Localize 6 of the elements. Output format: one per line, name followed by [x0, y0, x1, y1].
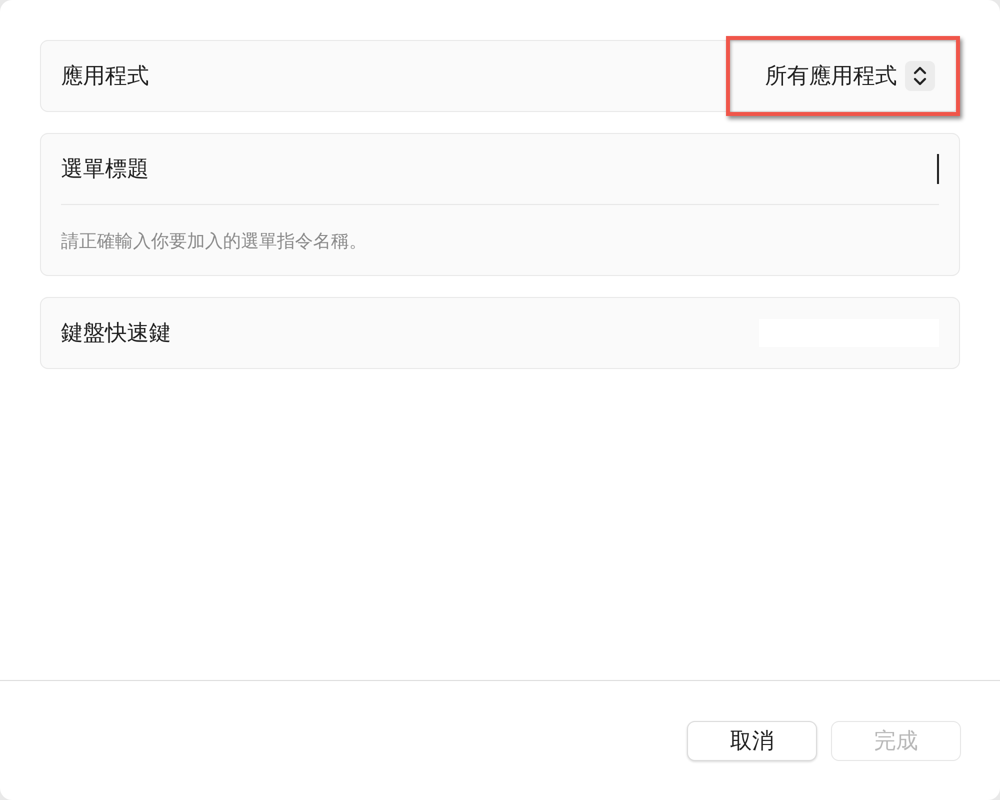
- cancel-button[interactable]: 取消: [687, 720, 817, 760]
- menu-title-label: 選單標題: [61, 156, 149, 184]
- application-label: 應用程式: [61, 63, 149, 91]
- shortcut-label: 鍵盤快速鍵: [61, 320, 171, 348]
- application-popup[interactable]: 所有應用程式: [765, 61, 935, 91]
- hint-text: 請正確輸入你要加入的選單指令名稱。: [61, 230, 368, 254]
